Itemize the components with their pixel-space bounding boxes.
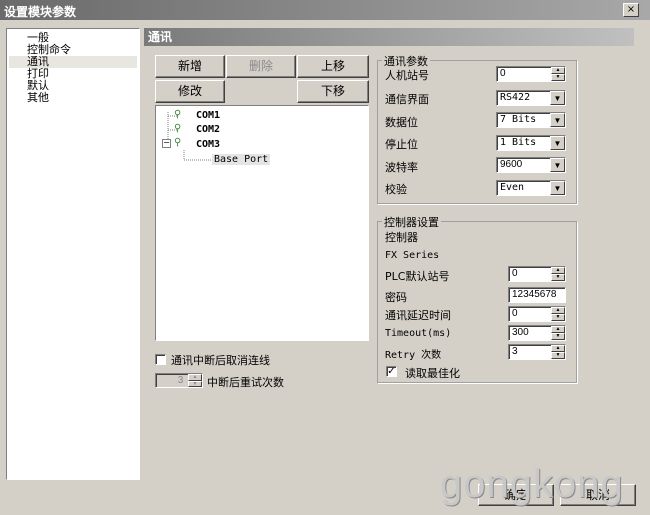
timeout-field[interactable]: 300 ▲ ▼	[508, 325, 566, 341]
parity-value: Even	[500, 182, 525, 193]
category-list: 一般 控制命令 通讯 打印 默认 其他	[6, 28, 140, 480]
hmi-station-value: 0	[500, 68, 506, 79]
retry-after-disconnect-field[interactable]: 3 ▲ ▼	[155, 373, 203, 388]
port-icon: ⚲	[174, 137, 182, 148]
retry-field[interactable]: 3 ▲ ▼	[508, 344, 566, 360]
close-button[interactable]: ×	[623, 3, 639, 17]
retry-after-value: 3	[177, 375, 184, 386]
add-button[interactable]: 新增	[155, 55, 225, 78]
baud-rate-select[interactable]: 9600 ▼	[496, 157, 566, 173]
nav-item-other[interactable]: 其他	[27, 92, 49, 104]
chevron-down-icon[interactable]: ▼	[550, 136, 565, 150]
chevron-down-icon[interactable]: ▼	[550, 158, 565, 172]
retry-after-spinner[interactable]: ▲ ▼	[188, 374, 202, 387]
parity-select[interactable]: Even ▼	[496, 180, 566, 196]
interface-value: RS422	[500, 92, 531, 103]
data-bits-value: 7 Bits	[500, 114, 537, 125]
password-field[interactable]: 12345678	[508, 287, 566, 303]
chevron-down-icon[interactable]: ▼	[550, 181, 565, 195]
baud-rate-label: 波特率	[385, 161, 418, 174]
move-up-button[interactable]: 上移	[297, 55, 369, 78]
controller-legend: 控制器设置	[382, 214, 441, 230]
port-icon: ⚲	[174, 109, 182, 120]
edit-button[interactable]: 修改	[155, 80, 225, 103]
chevron-down-icon[interactable]: ▼	[550, 113, 565, 127]
move-down-button[interactable]: 下移	[297, 80, 369, 103]
section-title: 通讯	[144, 28, 634, 46]
interface-label: 通信界面	[385, 93, 429, 106]
plc-station-spinner[interactable]: ▲ ▼	[551, 267, 565, 281]
tree-node-com2[interactable]: COM2	[196, 124, 220, 135]
password-label: 密码	[385, 291, 407, 304]
hmi-station-field[interactable]: 0 ▲ ▼	[496, 66, 566, 82]
window-title: 设置模块参数	[4, 5, 77, 19]
timeout-spinner[interactable]: ▲ ▼	[551, 326, 565, 340]
tree-node-com3[interactable]: COM3	[196, 139, 220, 150]
watermark-logo: gongkong	[440, 462, 624, 506]
data-bits-label: 数据位	[385, 116, 418, 129]
baud-rate-value: 9600	[500, 159, 523, 170]
collapse-toggle[interactable]: −	[162, 139, 171, 148]
controller-label: 控制器	[385, 231, 418, 244]
tree-lines	[167, 112, 212, 161]
tree-node-base-port[interactable]: Base Port	[212, 154, 271, 165]
timeout-label: Timeout(ms)	[385, 328, 452, 339]
optimize-read-checkbox[interactable]: ✓	[386, 366, 397, 377]
stop-bits-select[interactable]: 1 Bits ▼	[496, 135, 566, 151]
plc-station-label: PLC默认站号	[385, 270, 450, 283]
interface-select[interactable]: RS422 ▼	[496, 90, 566, 106]
parity-label: 校验	[385, 183, 407, 196]
retry-after-label: 中断后重试次数	[207, 376, 284, 389]
disconnect-checkbox[interactable]	[155, 354, 166, 365]
hmi-station-label: 人机站号	[385, 69, 429, 82]
retry-value: 3	[512, 346, 518, 357]
retry-label: Retry 次数	[385, 350, 442, 361]
comm-delay-value: 0	[512, 308, 518, 319]
password-value: 12345678	[512, 289, 557, 300]
hmi-station-spinner[interactable]: ▲ ▼	[551, 67, 565, 81]
comm-delay-spinner[interactable]: ▲ ▼	[551, 307, 565, 321]
port-tree: ⚲ COM1 ⚲ COM2 − ⚲ COM3 Base Port	[155, 105, 369, 341]
retry-spinner[interactable]: ▲ ▼	[551, 345, 565, 359]
data-bits-select[interactable]: 7 Bits ▼	[496, 112, 566, 128]
chevron-down-icon[interactable]: ▼	[550, 91, 565, 105]
timeout-value: 300	[512, 327, 529, 338]
plc-station-value: 0	[512, 268, 518, 279]
stop-bits-label: 停止位	[385, 138, 418, 151]
comm-delay-label: 通讯延迟时间	[385, 309, 451, 322]
disconnect-label: 通讯中断后取消连线	[171, 354, 270, 367]
delete-button[interactable]: 删除	[226, 55, 296, 78]
comm-delay-field[interactable]: 0 ▲ ▼	[508, 306, 566, 322]
port-icon: ⚲	[174, 123, 182, 134]
plc-station-field[interactable]: 0 ▲ ▼	[508, 266, 566, 282]
tree-node-com1[interactable]: COM1	[196, 110, 220, 121]
controller-name: FX Series	[385, 250, 440, 261]
optimize-read-label: 读取最佳化	[405, 367, 460, 380]
stop-bits-value: 1 Bits	[500, 137, 537, 148]
title-bar: 设置模块参数 ×	[0, 0, 650, 20]
